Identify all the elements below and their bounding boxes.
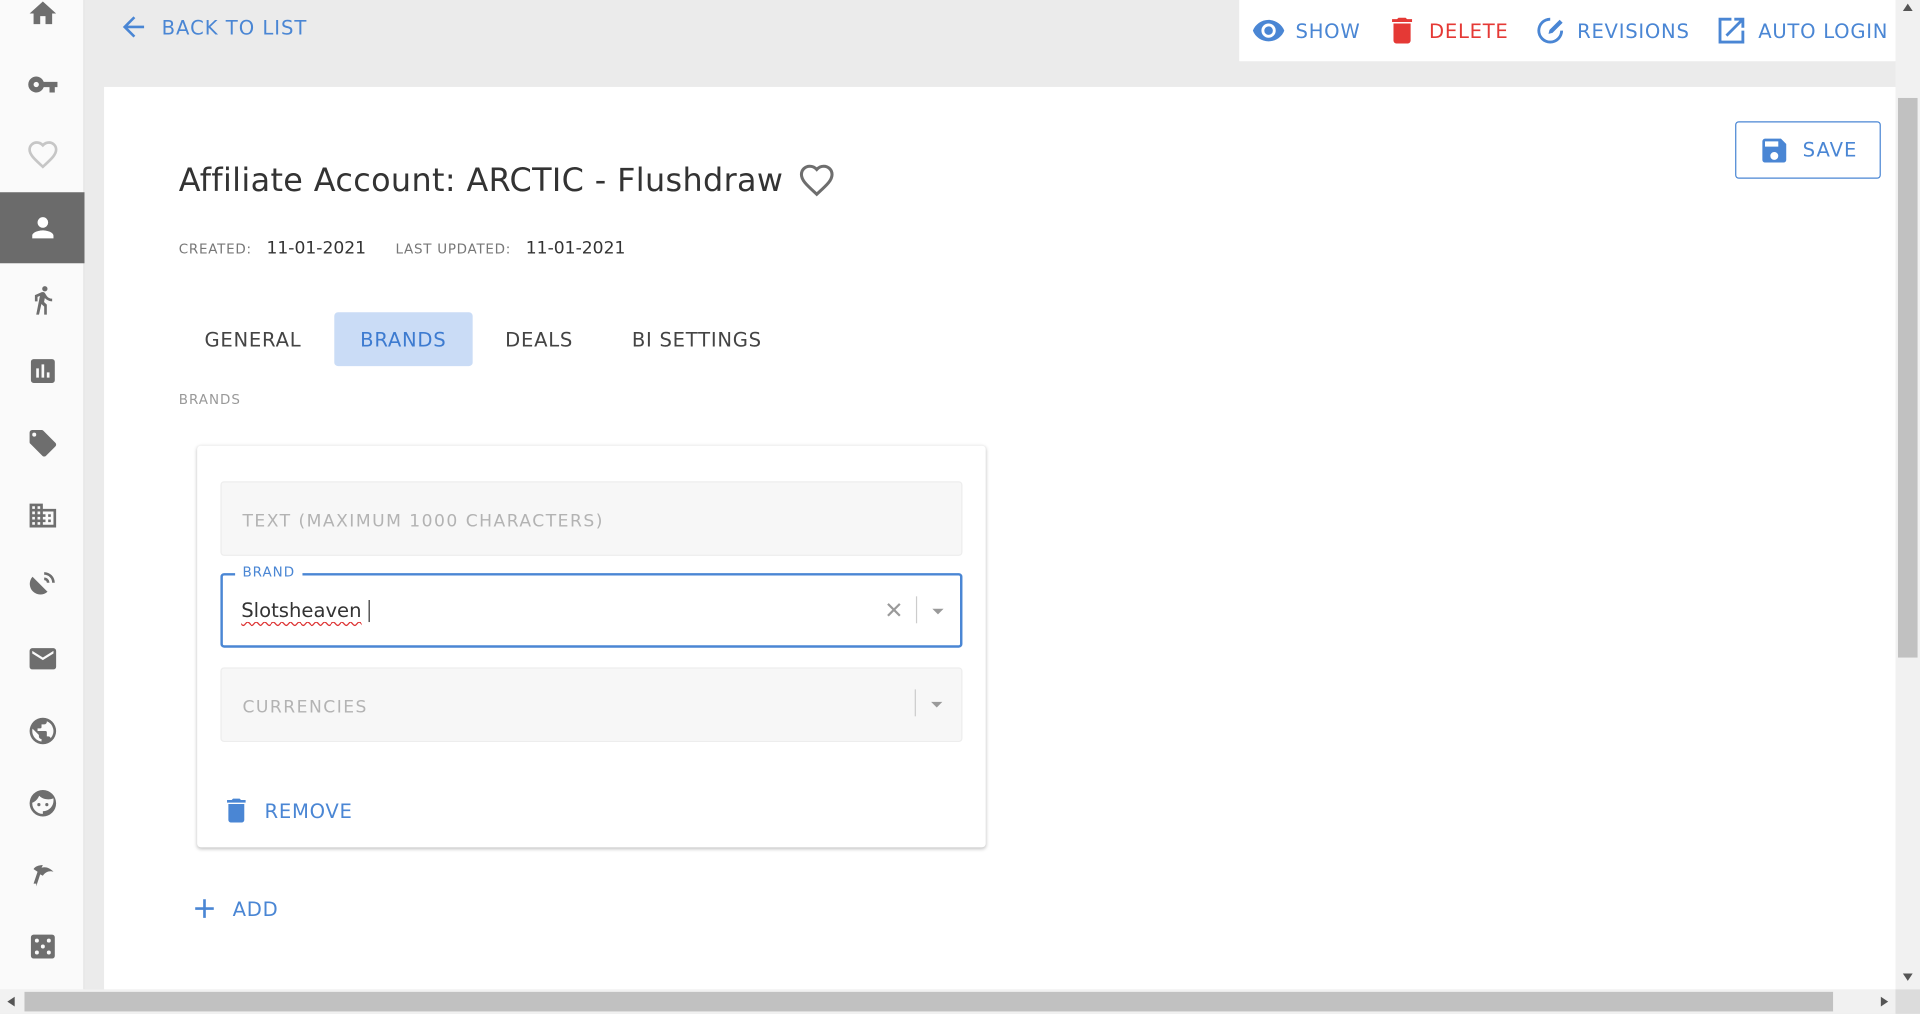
close-icon	[887, 603, 901, 617]
currencies-dropdown-button[interactable]	[923, 691, 950, 718]
page-title: Affiliate Account: ARCTIC - Flushdraw	[178, 162, 784, 200]
text-cursor	[368, 600, 370, 623]
currencies-select[interactable]: CURRENCIES	[220, 667, 963, 743]
sidebar-item-companies[interactable]	[0, 480, 84, 551]
brand-input-value[interactable]: Slotsheaven	[241, 599, 361, 622]
record-actions-toolbar: SHOW DELETE REVISIONS AUTO LOGIN	[1239, 0, 1896, 62]
remove-brand-button[interactable]: REMOVE	[220, 795, 352, 827]
last-updated-value: 11-01-2021	[525, 238, 626, 259]
back-to-list-button[interactable]: BACK TO LIST	[118, 7, 308, 46]
sidebar-item-games[interactable]	[0, 911, 84, 982]
auto-login-label: AUTO LOGIN	[1758, 18, 1889, 43]
tab-bi-settings[interactable]: BI SETTINGS	[606, 312, 787, 366]
brand-entry-card: TEXT (MAXIMUM 1000 CHARACTERS) BRAND Slo…	[197, 445, 986, 848]
building-icon	[28, 503, 56, 528]
select-divider	[914, 689, 916, 717]
back-to-list-label: BACK TO LIST	[161, 15, 308, 39]
sidebar-item-keys[interactable]	[0, 49, 84, 120]
scroll-left-arrow[interactable]	[7, 996, 15, 1007]
revisions-button[interactable]: REVISIONS	[1533, 13, 1690, 47]
save-button[interactable]: SAVE	[1735, 121, 1881, 179]
sidebar-item-reports[interactable]	[0, 336, 84, 407]
created-label: CREATED:	[178, 240, 252, 257]
brand-dropdown-button[interactable]	[924, 598, 951, 625]
caret-down-icon	[932, 608, 944, 615]
flag-icon	[32, 865, 53, 887]
sidebar-item-accounts[interactable]	[0, 192, 85, 264]
section-label: BRANDS	[178, 391, 241, 408]
remove-label: REMOVE	[264, 798, 353, 823]
horizontal-scrollbar[interactable]	[0, 989, 1896, 1014]
sidebar-item-messages[interactable]	[0, 623, 84, 694]
page-header: Affiliate Account: ARCTIC - Flushdraw	[179, 163, 835, 200]
delete-button[interactable]: DELETE	[1385, 13, 1509, 47]
tab-brands[interactable]: BRANDS	[334, 312, 473, 367]
horizontal-scroll-thumb[interactable]	[24, 991, 1834, 1012]
globe-icon	[28, 717, 56, 745]
sidebar-item-players[interactable]	[0, 768, 84, 839]
sidebar-item-sites[interactable]	[0, 696, 84, 767]
trash-icon	[1392, 17, 1413, 44]
sidebar-item-campaigns[interactable]	[0, 838, 84, 909]
auto-login-button[interactable]: AUTO LOGIN	[1714, 13, 1888, 47]
delete-label: DELETE	[1429, 18, 1509, 43]
trash-icon	[227, 798, 246, 823]
home-icon	[28, 1, 56, 25]
record-metadata: CREATED: 11-01-2021 LAST UPDATED: 11-01-…	[179, 239, 655, 259]
sidebar-item-activity[interactable]	[0, 264, 84, 335]
plus-icon	[195, 899, 214, 918]
brand-field-label: BRAND	[235, 564, 303, 581]
satellite-dish-icon	[29, 572, 55, 597]
add-label: ADD	[232, 896, 279, 921]
tag-icon	[28, 430, 56, 457]
sidebar-item-broadcast[interactable]	[0, 549, 84, 620]
runner-icon	[34, 286, 52, 315]
heart-outline-icon	[799, 164, 834, 197]
add-brand-button[interactable]: ADD	[189, 893, 279, 925]
face-icon	[28, 790, 56, 817]
brand-value-text: Slotsheaven	[241, 598, 362, 623]
heart-outline-icon	[27, 141, 57, 169]
key-icon	[27, 76, 57, 93]
open-in-new-icon	[1718, 17, 1745, 44]
show-label: SHOW	[1295, 18, 1361, 43]
tab-general[interactable]: GENERAL	[179, 312, 327, 366]
sidebar-item-favorites[interactable]	[0, 120, 84, 191]
eye-icon	[1252, 19, 1285, 42]
last-updated-label: LAST UPDATED:	[395, 240, 512, 257]
caret-down-icon	[931, 701, 943, 708]
arrow-left-icon	[122, 16, 145, 38]
show-button[interactable]: SHOW	[1251, 13, 1360, 47]
sidebar-item-tags[interactable]	[0, 408, 84, 479]
mail-icon	[28, 648, 56, 670]
revisions-label: REVISIONS	[1577, 18, 1690, 43]
save-label: SAVE	[1802, 138, 1858, 162]
bar-chart-icon	[30, 359, 55, 383]
scroll-up-arrow[interactable]	[1902, 3, 1913, 12]
sidebar	[0, 0, 85, 990]
scroll-down-arrow[interactable]	[1902, 973, 1913, 981]
brand-select[interactable]: BRAND Slotsheaven	[220, 564, 963, 648]
vertical-scroll-thumb[interactable]	[1897, 97, 1918, 658]
tab-bar: GENERAL BRANDS DEALS BI SETTINGS	[179, 312, 795, 367]
favorite-toggle[interactable]	[798, 163, 835, 200]
tab-deals[interactable]: DEALS	[479, 312, 598, 366]
vertical-scrollbar[interactable]	[1895, 0, 1920, 990]
sidebar-item-home[interactable]	[0, 0, 84, 49]
person-icon	[31, 217, 53, 239]
created-value: 11-01-2021	[266, 238, 367, 259]
text-field-placeholder: TEXT (MAXIMUM 1000 CHARACTERS)	[242, 511, 604, 532]
floppy-disk-icon	[1762, 138, 1787, 162]
dice-icon	[30, 934, 55, 959]
clear-brand-button[interactable]	[880, 596, 907, 623]
currencies-placeholder: CURRENCIES	[242, 697, 368, 718]
scroll-right-arrow[interactable]	[1880, 996, 1889, 1007]
select-divider	[915, 596, 918, 624]
text-field[interactable]: TEXT (MAXIMUM 1000 CHARACTERS)	[220, 481, 963, 556]
edit-form-card: SAVE Affiliate Account: ARCTIC - Flushdr…	[104, 86, 1896, 990]
revisions-icon	[1537, 17, 1564, 44]
scrollbar-corner	[1895, 989, 1920, 1014]
